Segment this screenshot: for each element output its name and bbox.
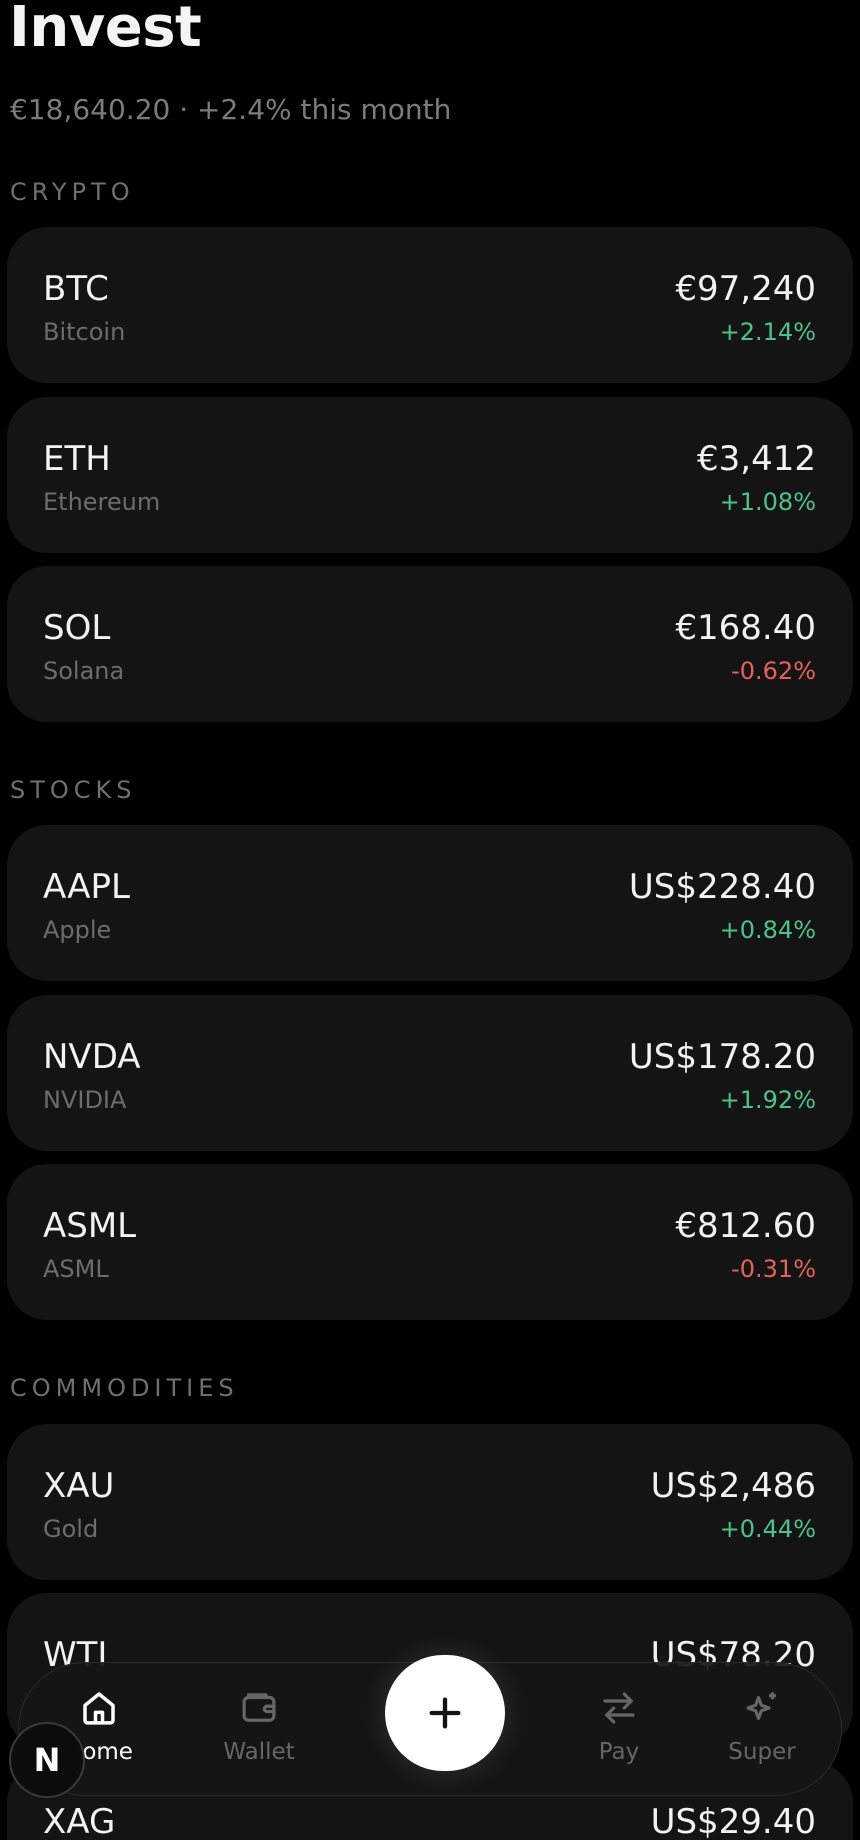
asset-symbol: SOL [43,608,111,648]
asset-name: Apple [43,916,112,944]
sparkle-icon [746,1692,776,1721]
nav-pay-label: Pay [598,1739,640,1765]
asset-symbol: BTC [43,269,109,309]
asset-symbol: XAG [43,1802,116,1840]
asset-card[interactable]: XAU Gold US$2,486 +0.44% [7,1424,853,1580]
asset-change: +0.84% [719,916,816,944]
asset-price: €97,240 [675,269,816,309]
nav-pay[interactable]: Pay [559,1687,679,1765]
asset-change: +1.92% [719,1086,816,1114]
asset-card[interactable]: BTC Bitcoin €97,240 +2.14% [7,227,853,383]
asset-symbol: ETH [43,439,111,479]
asset-price: US$228.40 [628,867,816,907]
asset-name: Solana [43,657,125,685]
asset-card[interactable]: ASML ASML €812.60 -0.31% [7,1164,853,1320]
asset-name: ASML [43,1255,109,1283]
asset-symbol: AAPL [43,867,130,907]
asset-symbol: NVDA [43,1037,141,1077]
asset-symbol: XAU [43,1466,115,1506]
wallet-icon [242,1693,276,1722]
nav-super-label: Super [728,1739,796,1765]
asset-change: +1.08% [719,488,816,516]
section-label-crypto: CRYPTO [10,178,135,206]
asset-change: +0.44% [719,1515,816,1543]
asset-change: -0.31% [731,1255,816,1283]
home-icon [83,1692,115,1725]
section-label-stocks: STOCKS [10,776,137,804]
nav-wallet[interactable]: Wallet [199,1687,319,1765]
asset-symbol: ASML [43,1206,137,1246]
asset-card[interactable]: SOL Solana €168.40 -0.62% [7,566,853,722]
asset-card[interactable]: AAPL Apple US$228.40 +0.84% [7,825,853,981]
section-label-commodities: COMMODITIES [10,1374,239,1402]
nav-super[interactable]: Super [702,1687,822,1765]
profile-badge[interactable]: N [9,1722,85,1798]
plus-icon [429,1697,461,1729]
asset-price: US$178.20 [628,1037,816,1077]
asset-price: €168.40 [675,608,816,648]
asset-name: Gold [43,1515,99,1543]
asset-name: NVIDIA [43,1086,127,1114]
asset-price: US$2,486 [650,1466,816,1506]
portfolio-summary: €18,640.20 · +2.4% this month [10,93,452,126]
add-button[interactable] [385,1655,505,1771]
asset-price: €812.60 [675,1206,816,1246]
asset-card[interactable]: NVDA NVIDIA US$178.20 +1.92% [7,995,853,1151]
asset-change: +2.14% [719,318,816,346]
asset-name: Ethereum [43,488,161,516]
transfer-arrows-icon [603,1692,635,1724]
asset-change: -0.62% [731,657,816,685]
asset-price: US$29.40 [650,1802,816,1840]
nav-wallet-label: Wallet [223,1739,295,1765]
page-title: Invest [9,0,202,60]
asset-name: Bitcoin [43,318,126,346]
asset-card[interactable]: ETH Ethereum €3,412 +1.08% [7,397,853,553]
asset-price: €3,412 [697,439,816,479]
